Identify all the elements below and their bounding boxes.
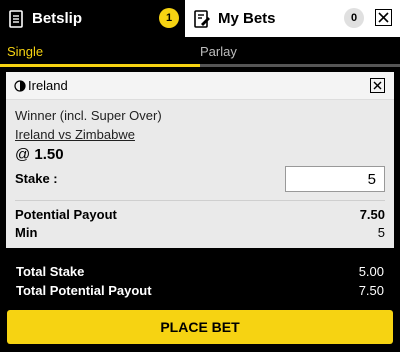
bet-card-body: Winner (incl. Super Over) Ireland vs Zim…	[6, 100, 394, 248]
odds: @ 1.50	[15, 146, 64, 163]
total-stake-value: 5.00	[358, 264, 384, 279]
stake-input[interactable]	[285, 166, 385, 192]
min-stake-label: Min	[15, 225, 38, 240]
my-bets-icon	[191, 8, 213, 30]
total-stake-label: Total Stake	[16, 264, 85, 279]
cricket-ball-icon	[14, 79, 26, 92]
betslip-header: Betslip 1 My Bets 0	[0, 0, 400, 37]
market-name: Winner (incl. Super Over)	[15, 108, 162, 123]
remove-selection-icon[interactable]	[370, 78, 385, 93]
betslip-count-badge: 1	[159, 8, 179, 28]
card-divider	[15, 200, 385, 201]
totals-summary: Total Stake 5.00 Total Potential Payout …	[0, 255, 400, 305]
tab-my-bets[interactable]: My Bets 0	[185, 0, 400, 37]
tab-parlay[interactable]: Parlay	[200, 44, 237, 59]
place-bet-button[interactable]: PLACE BET	[7, 310, 393, 344]
odds-prefix: @	[15, 146, 31, 163]
match-link[interactable]: Ireland vs Zimbabwe	[15, 127, 135, 142]
selection-team: Ireland	[28, 78, 68, 93]
min-stake-value: 5	[377, 225, 385, 240]
bet-card: Ireland Winner (incl. Super Over) Irelan…	[6, 72, 394, 248]
bet-type-tabs: Single Parlay	[0, 37, 400, 67]
total-payout-value: 7.50	[358, 283, 384, 298]
odds-value: 1.50	[34, 146, 64, 163]
my-bets-count-badge: 0	[344, 8, 364, 28]
potential-payout-value: 7.50	[359, 207, 385, 222]
tab-my-bets-label: My Bets	[218, 10, 276, 27]
tab-single[interactable]: Single	[7, 44, 43, 59]
potential-payout-label: Potential Payout	[15, 207, 117, 222]
stake-label: Stake :	[15, 171, 58, 186]
close-betslip-icon[interactable]	[375, 9, 392, 26]
tab-divider	[200, 64, 400, 67]
betslip-icon	[5, 8, 27, 30]
tab-betslip[interactable]: Betslip 1	[0, 0, 185, 37]
tab-betslip-label: Betslip	[32, 10, 83, 27]
total-payout-label: Total Potential Payout	[16, 283, 152, 298]
active-tab-indicator	[0, 64, 200, 67]
bet-card-header: Ireland	[6, 72, 394, 100]
